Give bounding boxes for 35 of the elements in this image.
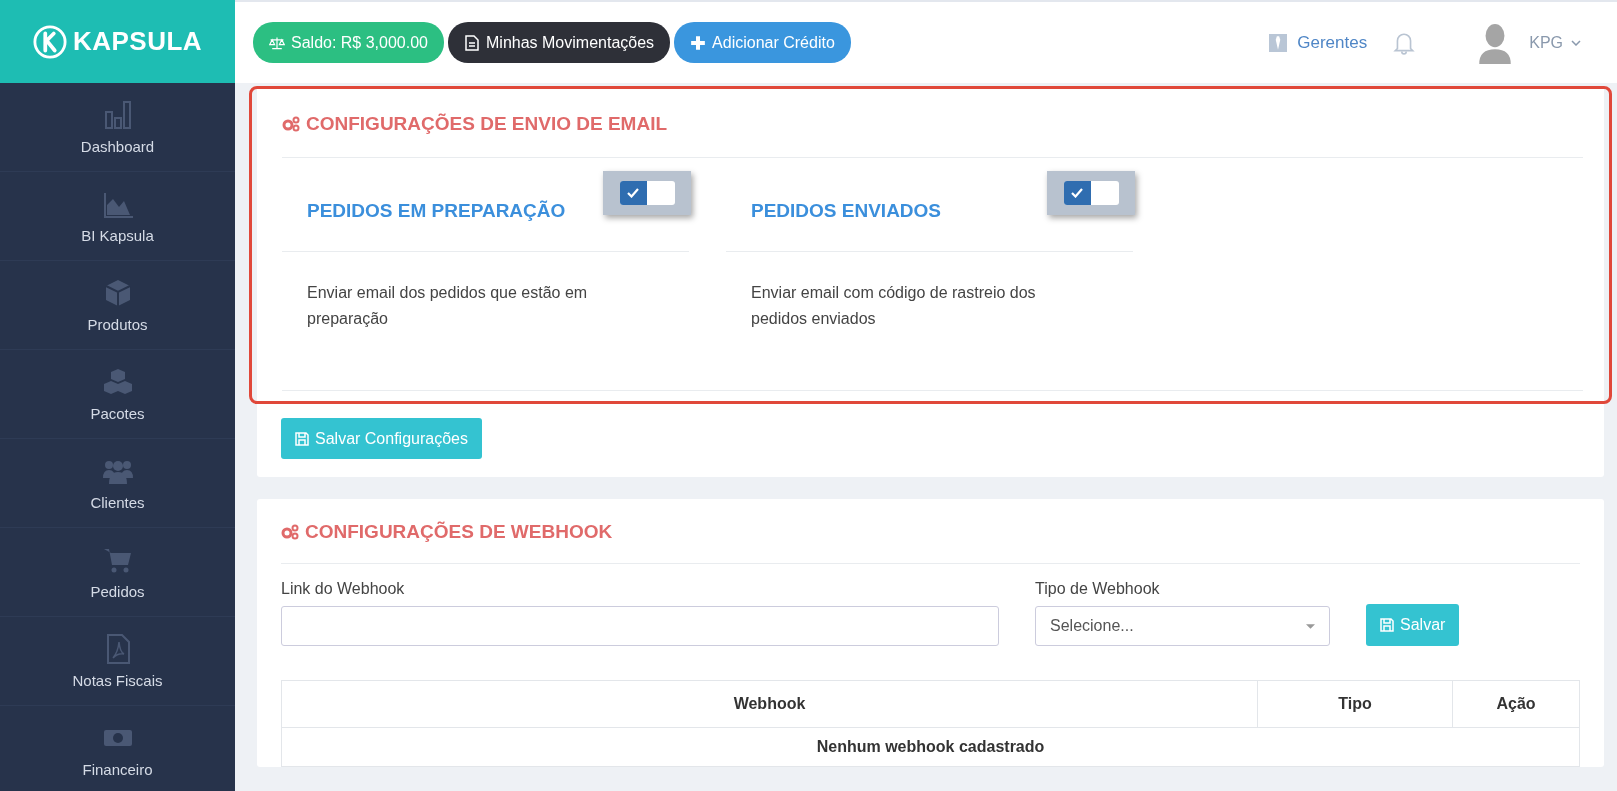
caret-icon [1571, 39, 1581, 46]
column-header: Webhook [281, 680, 1258, 728]
section-title: CONFIGURAÇÕES DE WEBHOOK [305, 521, 613, 543]
scale-icon [269, 34, 285, 51]
column-header: Tipo [1257, 680, 1453, 728]
floppy-icon [1380, 618, 1394, 632]
empty-message: Nenhum webhook cadastrado [281, 727, 1580, 767]
cubes-icon [102, 366, 133, 397]
webhook-type-select[interactable]: Selecione... [1035, 606, 1330, 646]
document-icon [464, 34, 480, 51]
toggle-switch[interactable] [603, 170, 691, 215]
field-label: Link do Webhook [281, 580, 406, 598]
check-icon [627, 187, 639, 198]
plus-icon [690, 34, 707, 51]
floppy-icon [295, 431, 309, 446]
check-icon [1071, 187, 1083, 198]
toggle-switch[interactable] [1047, 170, 1135, 215]
gears-icon [282, 116, 300, 132]
option-description: Enviar email dos pedidos que estão em preparação [307, 283, 589, 329]
logo-icon [32, 24, 67, 59]
field-label: Tipo de Webhook [1035, 580, 1161, 598]
option-title: PEDIDOS ENVIADOS [751, 199, 942, 222]
brand-name: KAPSULA [72, 26, 203, 57]
caret-icon [1306, 623, 1315, 629]
webhook-link-field[interactable] [281, 606, 999, 646]
option-description: Enviar email com código de rastreio dos pedidos enviados [751, 283, 1037, 329]
section-title: CONFIGURAÇÕES DE ENVIO DE EMAIL [306, 113, 668, 135]
avatar-icon [1477, 21, 1514, 64]
header-button[interactable]: Minhas Movimentações [448, 22, 671, 63]
bar-chart-icon [102, 99, 133, 130]
option-title: PEDIDOS EM PREPARAÇÃO [307, 199, 566, 222]
column-header: Ação [1452, 680, 1580, 728]
gears-icon [281, 524, 299, 540]
managers-link[interactable]: Gerentes [1269, 32, 1368, 53]
tie-icon [1269, 33, 1288, 52]
